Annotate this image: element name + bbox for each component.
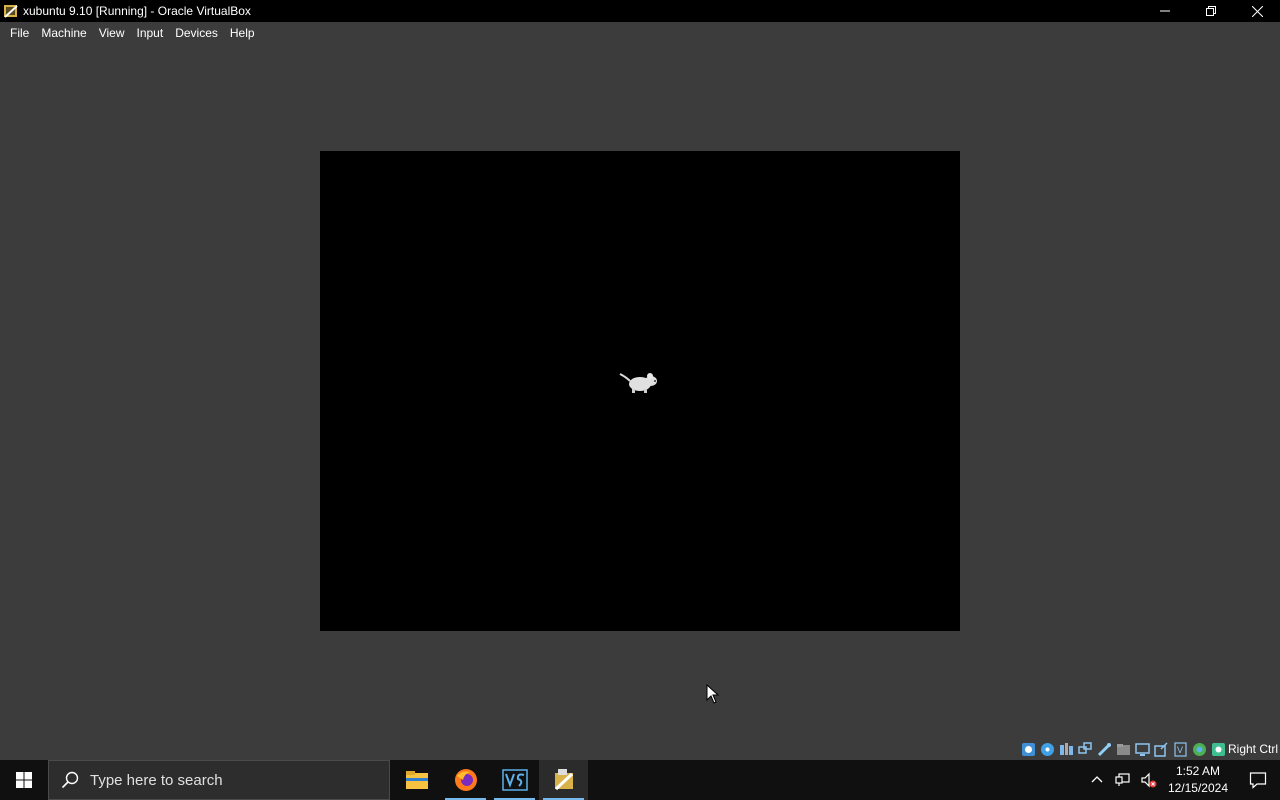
xfce-mouse-logo	[619, 373, 657, 393]
notifications-button[interactable]	[1236, 760, 1280, 800]
virtualbox-taskbar-button[interactable]	[539, 760, 588, 800]
volume-muted-icon[interactable]	[1141, 772, 1157, 788]
folder-icon	[405, 771, 428, 789]
file-explorer-button[interactable]	[392, 760, 441, 800]
host-key-label[interactable]: Right Ctrl	[1228, 742, 1280, 756]
mouse-integration-icon[interactable]	[1211, 742, 1226, 757]
notification-icon	[1249, 772, 1267, 789]
taskbar-search[interactable]	[48, 760, 390, 800]
vbox-status-bar: V Right Ctrl	[1021, 739, 1280, 759]
virtualbox-app-icon[interactable]	[3, 3, 19, 19]
menu-help[interactable]: Help	[224, 22, 261, 45]
display-icon[interactable]	[1135, 742, 1150, 757]
visual-studio-icon	[501, 769, 528, 791]
video-capture-icon[interactable]	[1154, 741, 1169, 757]
optical-drive-icon[interactable]	[1040, 742, 1055, 757]
minimize-button[interactable]	[1142, 0, 1188, 22]
audio-icon[interactable]	[1059, 742, 1074, 757]
restore-button[interactable]	[1188, 0, 1234, 22]
chevron-up-icon[interactable]	[1089, 772, 1105, 788]
clock[interactable]: 1:52 AM 12/15/2024	[1168, 763, 1228, 797]
network-tray-icon[interactable]	[1115, 772, 1131, 788]
minimize-icon	[1160, 10, 1170, 12]
vm-display[interactable]	[320, 151, 960, 631]
menu-file[interactable]: File	[4, 22, 35, 45]
virtualbox-icon	[554, 769, 573, 791]
taskbar: 1:52 AM 12/15/2024	[0, 760, 1280, 800]
mouse-cursor-icon	[706, 684, 720, 704]
window-controls	[1142, 0, 1280, 22]
usb-icon[interactable]	[1097, 742, 1112, 757]
system-tray: 1:52 AM 12/15/2024	[1084, 760, 1280, 800]
window-title: xubuntu 9.10 [Running] - Oracle VirtualB…	[23, 4, 251, 18]
menu-view[interactable]: View	[93, 22, 131, 45]
search-input[interactable]	[88, 770, 372, 790]
menu-bar: File Machine View Input Devices Help	[0, 22, 1280, 45]
restore-icon	[1206, 6, 1216, 16]
title-bar: xubuntu 9.10 [Running] - Oracle VirtualB…	[0, 0, 1280, 22]
guest-additions-icon[interactable]	[1192, 742, 1207, 757]
clock-date: 12/15/2024	[1167, 781, 1228, 795]
shared-folders-icon[interactable]	[1116, 742, 1131, 757]
firefox-button[interactable]	[441, 760, 490, 800]
visual-studio-button[interactable]	[490, 760, 539, 800]
firefox-icon	[454, 769, 477, 791]
pinned-apps	[392, 760, 588, 800]
clock-time: 1:52 AM	[1175, 764, 1220, 778]
start-button[interactable]	[0, 760, 48, 800]
windows-logo-icon	[16, 772, 32, 788]
menu-devices[interactable]: Devices	[169, 22, 224, 45]
close-icon	[1251, 5, 1263, 17]
hard-disk-icon[interactable]	[1021, 742, 1036, 757]
virtualization-icon[interactable]: V	[1173, 741, 1188, 757]
close-button[interactable]	[1234, 0, 1280, 22]
svg-text:V: V	[1177, 745, 1183, 755]
search-icon	[61, 771, 79, 789]
network-icon[interactable]	[1078, 741, 1093, 757]
menu-input[interactable]: Input	[131, 22, 170, 45]
menu-machine[interactable]: Machine	[35, 22, 92, 45]
